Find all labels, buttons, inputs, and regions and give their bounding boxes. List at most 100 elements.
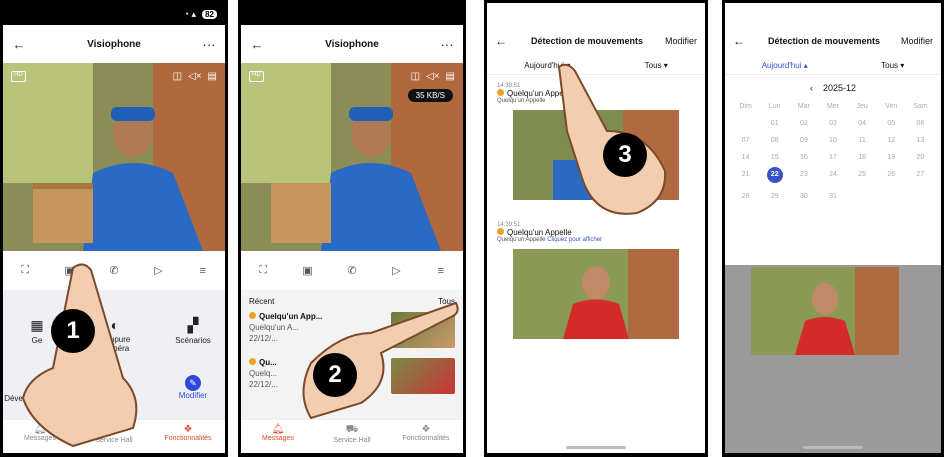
back-arrow-icon[interactable]: ← bbox=[733, 34, 747, 48]
alert-dot-icon bbox=[497, 228, 504, 235]
hd-badge-icon[interactable]: HD bbox=[249, 71, 264, 82]
calendar-day[interactable]: 04 bbox=[848, 120, 877, 127]
snapshot-icon[interactable]: ◫ bbox=[173, 71, 182, 82]
calendar-day[interactable]: 11 bbox=[848, 137, 877, 144]
tab-service-hall[interactable]: ⛟ Service Hall bbox=[315, 420, 389, 453]
event-thumbnail[interactable] bbox=[391, 312, 455, 348]
calendar-day bbox=[906, 193, 935, 200]
calendar-day[interactable]: 22 bbox=[760, 167, 789, 183]
more-menu-icon[interactable]: ··· bbox=[439, 37, 455, 52]
modify-button[interactable]: Modifier bbox=[665, 36, 697, 46]
calendar-day[interactable]: 12 bbox=[877, 137, 906, 144]
weekday-label: Mar bbox=[797, 103, 810, 110]
tab-label: Fonctionnalités bbox=[402, 435, 450, 442]
fullscreen-icon[interactable]: ⛶ bbox=[253, 264, 273, 277]
calendar-day[interactable]: 28 bbox=[731, 193, 760, 200]
calendar-day[interactable]: 06 bbox=[906, 120, 935, 127]
filter-bar: Aujourd'hui ▾ Tous ▾ bbox=[487, 57, 705, 75]
calendar-day[interactable]: 16 bbox=[789, 154, 818, 161]
calendar-day[interactable]: 24 bbox=[818, 171, 847, 183]
calendar-day[interactable]: 02 bbox=[789, 120, 818, 127]
calendar-day[interactable]: 13 bbox=[906, 137, 935, 144]
video-record-icon[interactable]: ▷ bbox=[148, 264, 168, 277]
calendar-day[interactable]: 21 bbox=[731, 171, 760, 183]
scenarios-button[interactable]: ▞ Scénarios bbox=[163, 317, 223, 345]
mute-icon[interactable]: ◁× bbox=[426, 71, 440, 82]
all-link[interactable]: Tous bbox=[438, 297, 455, 306]
event-subtitle: Quelqu'un Appelle bbox=[497, 237, 546, 243]
call-icon[interactable]: ✆ bbox=[104, 264, 124, 277]
calendar-day[interactable]: 05 bbox=[877, 120, 906, 127]
mute-icon[interactable]: ◁× bbox=[188, 71, 202, 82]
record-icon[interactable]: ▤ bbox=[208, 71, 217, 82]
back-arrow-icon[interactable]: ← bbox=[11, 37, 27, 52]
more-menu-icon[interactable]: ··· bbox=[201, 37, 217, 52]
calendar-day[interactable]: 10 bbox=[818, 137, 847, 144]
tab-features[interactable]: ❖ Fonctionnalités bbox=[389, 420, 463, 453]
calendar-picker: ‹ 2025-12 Dim Lun Mar Mer Jeu Ven Sam 01 02 03 04 0… bbox=[725, 75, 941, 235]
tab-label: Service Hall bbox=[95, 437, 133, 444]
calendar-day[interactable]: 03 bbox=[818, 120, 847, 127]
type-filter-dropdown[interactable]: Tous ▾ bbox=[881, 61, 904, 70]
date-filter-dropdown[interactable]: Aujourd'hui ▴ bbox=[762, 61, 808, 70]
calendar-day[interactable]: 19 bbox=[877, 154, 906, 161]
unlock-relay-1-button[interactable]: 🔒︎ Déverrouil... Relais 1 bbox=[3, 375, 73, 412]
calendar-day[interactable]: 29 bbox=[760, 193, 789, 200]
prev-month-icon[interactable]: ‹ bbox=[810, 83, 813, 93]
expand-panel-icon[interactable]: ≡ bbox=[193, 265, 213, 277]
snapshot-icon[interactable]: ◫ bbox=[411, 71, 420, 82]
calendar-day[interactable]: 01 bbox=[760, 120, 789, 127]
modify-button[interactable]: Modifier bbox=[901, 36, 933, 46]
record-icon[interactable]: ▤ bbox=[446, 71, 455, 82]
screenshot-icon[interactable]: ▣ bbox=[298, 264, 318, 277]
calendar-day[interactable]: 07 bbox=[731, 137, 760, 144]
calendar-day[interactable]: 08 bbox=[760, 137, 789, 144]
calendar-header: ‹ 2025-12 bbox=[731, 83, 935, 93]
calendar-day[interactable]: 17 bbox=[818, 154, 847, 161]
unlock-relay-3-button[interactable]: ...rouiller ...lais 3/"Lum." bbox=[73, 391, 143, 409]
calendar-day[interactable]: 14 bbox=[731, 154, 760, 161]
item-date: 22/12/... bbox=[249, 334, 278, 343]
call-icon[interactable]: ✆ bbox=[342, 264, 362, 277]
event-item[interactable]: 14:39:51 Quelqu'un Appelle Quelqu'un App… bbox=[487, 75, 705, 200]
type-filter-dropdown[interactable]: Tous ▾ bbox=[645, 61, 668, 70]
calendar-day[interactable]: 20 bbox=[906, 154, 935, 161]
calendar-day[interactable]: 31 bbox=[818, 193, 847, 200]
event-snapshot[interactable] bbox=[513, 110, 679, 200]
edit-features-button[interactable]: ✎ Modifier bbox=[163, 375, 223, 400]
screenshot-icon[interactable]: ▣ bbox=[60, 264, 80, 277]
caret-down-icon: ▾ bbox=[663, 61, 668, 70]
item-date: 22/12/... bbox=[249, 380, 278, 389]
expand-panel-icon[interactable]: ≡ bbox=[431, 265, 451, 277]
unlock-relay-1-label: Déverrouil... Relais 1 bbox=[4, 394, 72, 412]
back-arrow-icon[interactable]: ← bbox=[495, 34, 509, 48]
calendar-day[interactable]: 18 bbox=[848, 154, 877, 161]
event-snapshot[interactable] bbox=[513, 249, 679, 339]
calendar-day[interactable]: 09 bbox=[789, 137, 818, 144]
fullscreen-icon[interactable]: ⛶ bbox=[15, 264, 35, 277]
calendar-day[interactable]: 26 bbox=[877, 171, 906, 183]
view-link[interactable]: Cliquez pour afficher bbox=[547, 237, 602, 243]
tab-messages[interactable]: 🔔︎ Messages bbox=[3, 420, 77, 453]
date-filter-dropdown[interactable]: Aujourd'hui ▾ bbox=[524, 61, 570, 70]
tab-service-hall[interactable]: ⛟ Service Hall bbox=[77, 420, 151, 453]
calendar-day[interactable]: 23 bbox=[789, 171, 818, 183]
modal-overlay[interactable] bbox=[725, 265, 941, 453]
tab-features[interactable]: ❖ Fonctionnalités bbox=[151, 420, 225, 453]
bell-icon: 🔔︎ bbox=[271, 424, 285, 435]
calendar-day[interactable]: 30 bbox=[789, 193, 818, 200]
calendar-day[interactable]: 27 bbox=[906, 171, 935, 183]
hd-badge-icon[interactable]: HD bbox=[11, 71, 26, 82]
calendar-day[interactable]: 15 bbox=[760, 154, 789, 161]
video-feed: HD ◫ ◁× ▤ bbox=[3, 63, 225, 251]
phone-screen-3: ← Détection de mouvements Modifier Aujou… bbox=[484, 0, 708, 457]
back-arrow-icon[interactable]: ← bbox=[249, 37, 265, 52]
calendar-day[interactable]: 25 bbox=[848, 171, 877, 183]
event-item[interactable]: 14:39:51 Quelqu'un Appelle Quelqu'un App… bbox=[487, 214, 705, 339]
list-item[interactable]: Quelqu'un App... Quelqu'un A... 22/12/..… bbox=[249, 312, 455, 348]
tab-messages[interactable]: 🔔︎ Messages bbox=[241, 420, 315, 453]
selected-day[interactable]: 22 bbox=[766, 167, 783, 183]
video-record-icon[interactable]: ▷ bbox=[386, 264, 406, 277]
tab-label: Messages bbox=[262, 435, 294, 442]
event-thumbnail[interactable] bbox=[391, 358, 455, 394]
